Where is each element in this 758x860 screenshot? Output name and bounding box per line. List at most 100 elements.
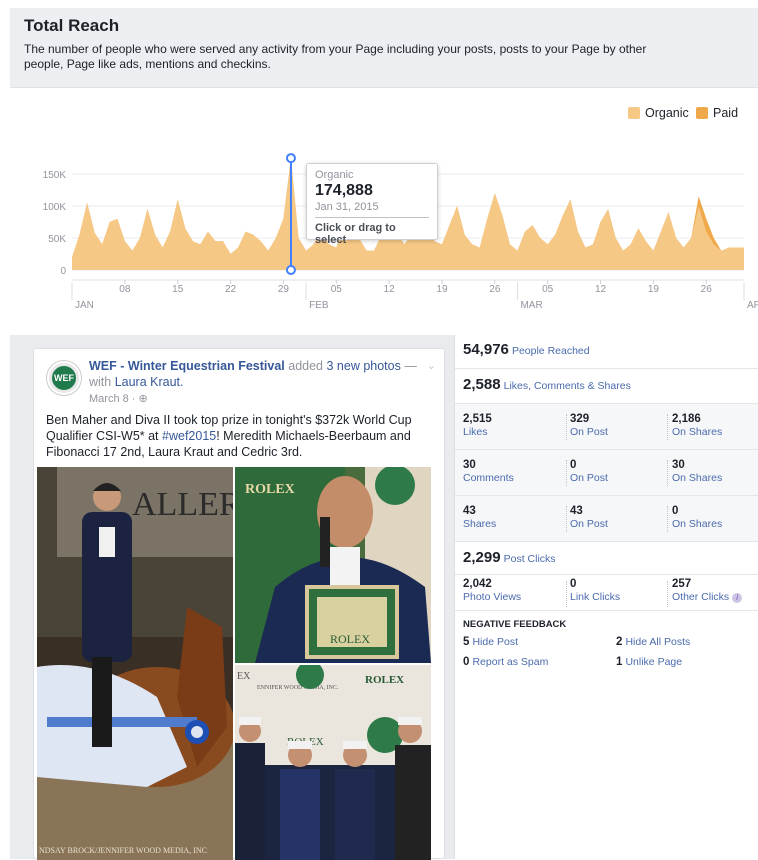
shares-total-number: 43 bbox=[463, 505, 476, 517]
chart-tooltip: Organic 174,888 Jan 31, 2015 Click or dr… bbox=[306, 163, 438, 246]
shares-on-shares-label: On Shares bbox=[672, 518, 723, 530]
comments-total-number: 30 bbox=[463, 459, 476, 471]
photo-rolex-text-1: ROLEX bbox=[245, 482, 295, 497]
comments-row: 30 Comments 0 On Post 30 On Shares bbox=[455, 450, 758, 496]
y-tick-label: 50K bbox=[48, 234, 66, 245]
divider bbox=[566, 506, 567, 532]
comments-total-label: Comments bbox=[463, 472, 514, 484]
other-clicks: 257 Other Clicks i bbox=[672, 578, 743, 604]
photo-rolex-text-3: ROLEX bbox=[365, 674, 404, 686]
divider bbox=[667, 581, 668, 607]
report-spam: 0 Report as Spam bbox=[463, 656, 548, 669]
likes-on-shares: 2,186 On Shares bbox=[672, 413, 722, 439]
divider bbox=[566, 414, 567, 440]
engagement-total: 2,588 Likes, Comments & Shares bbox=[463, 376, 631, 393]
post-photo-podium[interactable]: EX ENNIFER WOOD MEDIA, INC. ROLEX ROLEX bbox=[235, 665, 431, 860]
other-clicks-label-text: Other Clicks bbox=[672, 591, 730, 603]
y-tick-label: 0 bbox=[60, 266, 66, 277]
people-reached-label: People Reached bbox=[511, 345, 590, 357]
hashtag-link[interactable]: #wef2015 bbox=[162, 429, 216, 443]
comments-total: 30 Comments bbox=[463, 459, 514, 485]
reach-chart[interactable]: 0 50K 100K 150K 08 15 22 29 05 12 19 26 05 12 19 26 JAN F… bbox=[10, 88, 758, 318]
shares-on-shares: 0 On Shares bbox=[672, 505, 722, 531]
legend-organic-swatch bbox=[628, 107, 640, 119]
divider bbox=[667, 460, 668, 486]
post-header: WEF - Winter Equestrian Festival added 3… bbox=[89, 358, 419, 390]
link-clicks: 0 Link Clicks bbox=[570, 578, 620, 604]
legend-organic[interactable]: Organic bbox=[628, 106, 689, 120]
tooltip-action: Click or drag to select bbox=[315, 222, 396, 246]
x-tick-label: 19 bbox=[436, 284, 448, 295]
comments-on-shares-label: On Shares bbox=[672, 472, 723, 484]
likes-on-post-label: On Post bbox=[570, 426, 608, 438]
photo-speaker-image: ROLEX ROLEX bbox=[235, 467, 431, 663]
post-stats-panel: 54,976 People Reached 2,588 Likes, Comme… bbox=[454, 335, 758, 859]
hide-post-number: 5 bbox=[463, 636, 470, 648]
photo-podium-image: EX ENNIFER WOOD MEDIA, INC. ROLEX ROLEX bbox=[235, 665, 431, 860]
x-tick-label: 12 bbox=[595, 284, 607, 295]
tagged-person-link[interactable]: Laura Kraut. bbox=[115, 375, 184, 389]
post-photo-rider[interactable]: ALLER NDSAY BROCK/JENNIFER WOOD MEDIA, I… bbox=[37, 467, 233, 860]
hide-post: 5 Hide Post bbox=[463, 636, 518, 649]
x-tick-label: 05 bbox=[542, 284, 554, 295]
unlike-page: 1 Unlike Page bbox=[616, 656, 682, 669]
post-card[interactable]: WEF WEF - Winter Equestrian Festival add… bbox=[33, 348, 445, 860]
x-tick-label: 15 bbox=[172, 284, 184, 295]
shares-row: 43 Shares 43 On Post 0 On Shares bbox=[455, 496, 758, 542]
engagement-breakdown: 2,515 Likes 329 On Post 2,186 On Shares 30 C… bbox=[455, 404, 758, 542]
likes-total: 2,515 Likes bbox=[463, 413, 492, 439]
comments-on-shares: 30 On Shares bbox=[672, 459, 722, 485]
selection-handle-top bbox=[285, 153, 296, 164]
people-reached-number: 54,976 bbox=[463, 341, 509, 358]
engagement-number: 2,588 bbox=[463, 376, 501, 393]
likes-on-post-number: 329 bbox=[570, 413, 590, 425]
photo-credit-text-2: ENNIFER WOOD MEDIA, INC. bbox=[257, 685, 339, 691]
photo-rider-image: ALLER NDSAY BROCK/JENNIFER WOOD MEDIA, I… bbox=[37, 467, 233, 860]
globe-icon: ⊕ bbox=[138, 393, 148, 405]
legend-paid[interactable]: Paid bbox=[696, 106, 738, 120]
report-spam-label: Report as Spam bbox=[472, 656, 549, 668]
total-reach-title: Total Reach bbox=[24, 16, 120, 35]
report-spam-number: 0 bbox=[463, 656, 470, 668]
y-tick-label: 150K bbox=[43, 170, 67, 181]
info-icon[interactable]: i bbox=[732, 593, 743, 603]
tooltip-value: 174,888 bbox=[315, 182, 373, 199]
photo-rolex-text-2: ROLEX bbox=[330, 632, 370, 646]
likes-row: 2,515 Likes 329 On Post 2,186 On Shares bbox=[455, 404, 758, 450]
shares-total: 43 Shares bbox=[463, 505, 496, 531]
hide-post-label: Hide Post bbox=[472, 636, 518, 648]
photos-link[interactable]: 3 new photos bbox=[326, 359, 400, 373]
post-clicks-label: Post Clicks bbox=[503, 553, 556, 565]
hide-all-posts-label: Hide All Posts bbox=[625, 636, 691, 648]
post-photo-speaker[interactable]: ROLEX ROLEX bbox=[235, 467, 431, 663]
chevron-down-icon[interactable]: ⌄ bbox=[427, 359, 436, 372]
shares-on-post: 43 On Post bbox=[570, 505, 608, 531]
comments-on-post: 0 On Post bbox=[570, 459, 608, 485]
photo-views-number: 2,042 bbox=[463, 578, 492, 590]
post-clicks-number: 2,299 bbox=[463, 549, 501, 566]
tooltip-series: Organic bbox=[315, 169, 354, 181]
page-name-link[interactable]: WEF - Winter Equestrian Festival bbox=[89, 359, 285, 373]
other-clicks-number: 257 bbox=[672, 578, 692, 590]
clicks-breakdown-row: 2,042 Photo Views 0 Link Clicks 257 Other C… bbox=[455, 575, 758, 611]
x-tick-label: 12 bbox=[384, 284, 396, 295]
tooltip-date: Jan 31, 2015 bbox=[315, 201, 379, 213]
link-clicks-label: Link Clicks bbox=[570, 591, 621, 603]
likes-on-post: 329 On Post bbox=[570, 413, 608, 439]
post-text: Ben Maher and Diva II took top prize in … bbox=[46, 412, 441, 460]
avatar[interactable]: WEF bbox=[46, 360, 82, 396]
total-reach-header: Total Reach The number of people who wer… bbox=[10, 8, 758, 88]
photo-sign-text: ALLER bbox=[132, 486, 233, 523]
link-clicks-number: 0 bbox=[570, 578, 577, 590]
month-label: JAN bbox=[75, 300, 94, 311]
photo-views-label: Photo Views bbox=[463, 591, 522, 603]
post-clicks-row: 2,299 Post Clicks bbox=[455, 542, 758, 575]
x-tick-label: 08 bbox=[119, 284, 131, 295]
divider bbox=[566, 581, 567, 607]
post-date-text: March 8 · bbox=[89, 393, 139, 405]
people-reached: 54,976 People Reached bbox=[463, 341, 590, 358]
legend-organic-label: Organic bbox=[645, 106, 689, 120]
post-date[interactable]: March 8 · ⊕ bbox=[89, 392, 148, 405]
unlike-page-label: Unlike Page bbox=[625, 656, 683, 668]
post-preview-area: WEF WEF - Winter Equestrian Festival add… bbox=[10, 335, 454, 860]
